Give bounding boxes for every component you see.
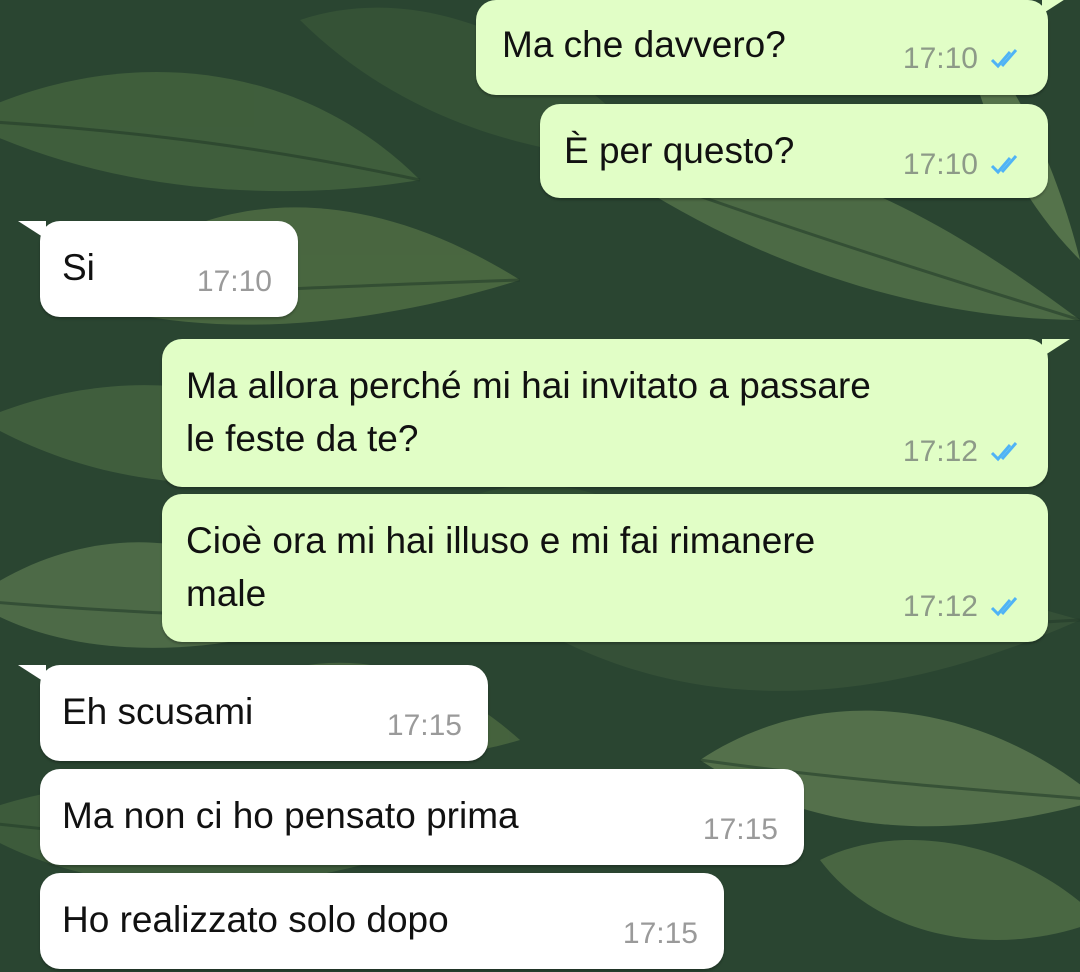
message-bubble-outgoing[interactable]: Ma che davvero? 17:10 bbox=[476, 0, 1070, 95]
message-time: 17:12 bbox=[902, 435, 978, 468]
message-text: Ma che davvero? bbox=[502, 24, 786, 65]
double-check-icon bbox=[990, 596, 1024, 618]
message-text: Cioè ora mi hai illuso e mi fai rimanere… bbox=[186, 520, 816, 614]
message-meta: 17:10 bbox=[903, 42, 1024, 76]
double-check-icon bbox=[990, 48, 1024, 70]
message-time: 17:15 bbox=[622, 917, 698, 950]
message-meta: 17:10 bbox=[903, 148, 1024, 182]
message-bubble-incoming[interactable]: Si 17:10 bbox=[18, 221, 298, 317]
message-text: Si bbox=[62, 247, 95, 288]
message-meta: 17:15 bbox=[623, 917, 698, 951]
message-bubble-incoming[interactable]: Ho realizzato solo dopo 17:15 bbox=[40, 873, 724, 969]
bubble-tail bbox=[18, 665, 46, 683]
double-check-icon bbox=[990, 154, 1024, 176]
message-time: 17:15 bbox=[386, 709, 462, 742]
bubble-tail bbox=[1042, 0, 1070, 14]
bubble-tail bbox=[1042, 339, 1070, 357]
message-bubble-outgoing[interactable]: Ma allora perché mi hai invitato a passa… bbox=[162, 339, 1070, 487]
message-meta: 17:12 bbox=[903, 435, 1024, 469]
message-time: 17:15 bbox=[702, 813, 778, 846]
message-text: Eh scusami bbox=[62, 691, 254, 732]
message-meta: 17:12 bbox=[903, 590, 1024, 624]
message-time: 17:10 bbox=[902, 42, 978, 75]
message-time: 17:12 bbox=[902, 590, 978, 623]
message-text: È per questo? bbox=[564, 130, 795, 171]
message-text: Ho realizzato solo dopo bbox=[62, 899, 449, 940]
message-text: Ma allora perché mi hai invitato a passa… bbox=[186, 365, 871, 459]
message-meta: 17:10 bbox=[197, 265, 272, 299]
bubble-tail bbox=[18, 221, 46, 239]
message-time: 17:10 bbox=[196, 265, 272, 298]
message-bubble-outgoing[interactable]: Cioè ora mi hai illuso e mi fai rimanere… bbox=[162, 494, 1048, 642]
message-bubble-incoming[interactable]: Ma non ci ho pensato prima 17:15 bbox=[40, 769, 804, 865]
message-meta: 17:15 bbox=[703, 813, 778, 847]
message-bubble-outgoing[interactable]: È per questo? 17:10 bbox=[540, 104, 1048, 198]
message-list[interactable]: Ma che davvero? 17:10 È per questo? 17:1… bbox=[0, 0, 1080, 972]
message-text: Ma non ci ho pensato prima bbox=[62, 795, 519, 836]
message-bubble-incoming[interactable]: Eh scusami 17:15 bbox=[18, 665, 488, 761]
double-check-icon bbox=[990, 441, 1024, 463]
message-meta: 17:15 bbox=[387, 709, 462, 743]
message-time: 17:10 bbox=[902, 148, 978, 181]
